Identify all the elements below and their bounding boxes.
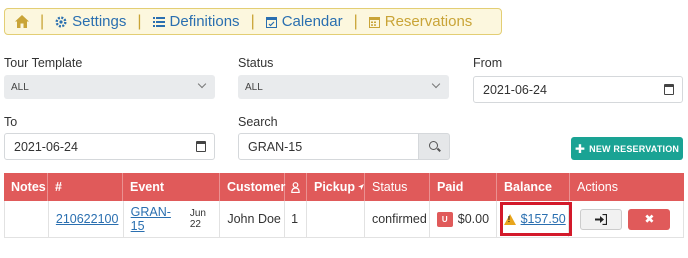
paid-amount: $0.00 <box>457 212 490 226</box>
header-customer[interactable]: Customer <box>220 173 285 201</box>
calendar-icon <box>265 16 277 28</box>
header-balance[interactable]: Balance <box>497 173 570 201</box>
from-label: From <box>473 56 503 70</box>
delete-button[interactable]: ✖ <box>628 208 671 230</box>
search-label: Search <box>238 115 278 129</box>
tour-template-label: Tour Template <box>4 56 83 70</box>
unpaid-badge[interactable]: U <box>436 211 453 227</box>
header-pickup-label: Pickup <box>314 180 355 194</box>
nav-home[interactable] <box>15 15 29 28</box>
nav-reservations[interactable]: Reservations <box>368 13 473 30</box>
header-pax[interactable] <box>285 173 307 201</box>
header-actions: Actions <box>577 180 618 194</box>
nav-definitions-label: Definitions <box>169 13 240 30</box>
nav-separator: | <box>250 12 255 30</box>
top-navigation: | Settings | Definitions | Calendar | Re… <box>4 8 502 35</box>
location-arrow-icon <box>358 184 364 190</box>
balance-highlight <box>500 202 572 236</box>
nav-settings-label: Settings <box>72 13 127 30</box>
new-reservation-button[interactable]: ✚ NEW RESERVATION <box>571 137 683 160</box>
cell-customer: John Doe <box>220 201 286 237</box>
list-icon <box>152 16 165 27</box>
status-label: Status <box>238 56 274 70</box>
from-date-value: 2021-06-24 <box>483 82 547 97</box>
person-icon <box>291 181 300 193</box>
plus-icon: ✚ <box>574 141 586 156</box>
search-value: GRAN-15 <box>248 139 303 154</box>
nav-reservations-label: Reservations <box>384 13 473 30</box>
header-event[interactable]: Event <box>123 173 220 201</box>
calendar-grid-icon <box>368 16 380 28</box>
cell-pickup <box>307 201 365 237</box>
gear-icon <box>55 15 67 28</box>
to-date-value: 2021-06-24 <box>14 139 78 154</box>
reservations-table: Notes # Event Customer Pickup Status Pai… <box>4 173 684 238</box>
event-link[interactable]: GRAN-15 <box>131 205 184 233</box>
table-header: Notes # Event Customer Pickup Status Pai… <box>4 173 684 201</box>
cell-notes <box>5 201 49 237</box>
search-icon <box>429 141 438 150</box>
login-icon <box>595 213 608 225</box>
cell-event: GRAN-15 Jun 22 <box>124 201 221 237</box>
nav-separator: | <box>353 12 358 30</box>
cell-actions: ✖ <box>569 201 683 237</box>
nav-calendar-label: Calendar <box>281 13 343 30</box>
from-date-input[interactable]: 2021-06-24 <box>473 76 683 103</box>
nav-separator: | <box>137 12 142 30</box>
header-number[interactable]: # <box>48 173 123 201</box>
login-button[interactable] <box>580 208 623 230</box>
delete-icon: ✖ <box>644 212 655 226</box>
status-value: ALL <box>245 81 263 93</box>
calendar-icon[interactable] <box>196 141 206 152</box>
nav-calendar[interactable]: Calendar <box>265 13 343 30</box>
header-status[interactable]: Status <box>365 173 430 201</box>
search-input[interactable]: GRAN-15 <box>238 133 419 160</box>
header-paid[interactable]: Paid <box>430 173 497 201</box>
nav-definitions[interactable]: Definitions <box>152 13 240 30</box>
search-button[interactable] <box>418 133 450 160</box>
nav-settings[interactable]: Settings <box>55 13 126 30</box>
header-notes[interactable]: Notes <box>4 173 48 201</box>
table-row: 210622100 GRAN-15 Jun 22 John Doe 1 conf… <box>4 201 684 238</box>
cell-pax: 1 <box>285 201 308 237</box>
header-pickup[interactable]: Pickup <box>307 173 365 201</box>
home-icon <box>15 15 29 28</box>
cell-paid: U $0.00 <box>430 201 497 237</box>
event-date: Jun 22 <box>189 208 206 230</box>
nav-separator: | <box>40 12 45 30</box>
status-select[interactable]: ALL <box>238 75 449 99</box>
to-label: To <box>4 115 18 129</box>
calendar-icon[interactable] <box>664 84 674 95</box>
chevron-down-icon <box>431 79 441 89</box>
chevron-down-icon <box>197 79 207 89</box>
reservation-number-link[interactable]: 210622100 <box>56 212 119 226</box>
cell-number: 210622100 <box>49 201 124 237</box>
tour-template-value: ALL <box>11 81 29 93</box>
to-date-input[interactable]: 2021-06-24 <box>4 133 215 160</box>
tour-template-select[interactable]: ALL <box>4 75 215 99</box>
new-reservation-label: NEW RESERVATION <box>589 143 680 154</box>
cell-status: confirmed <box>365 201 430 237</box>
